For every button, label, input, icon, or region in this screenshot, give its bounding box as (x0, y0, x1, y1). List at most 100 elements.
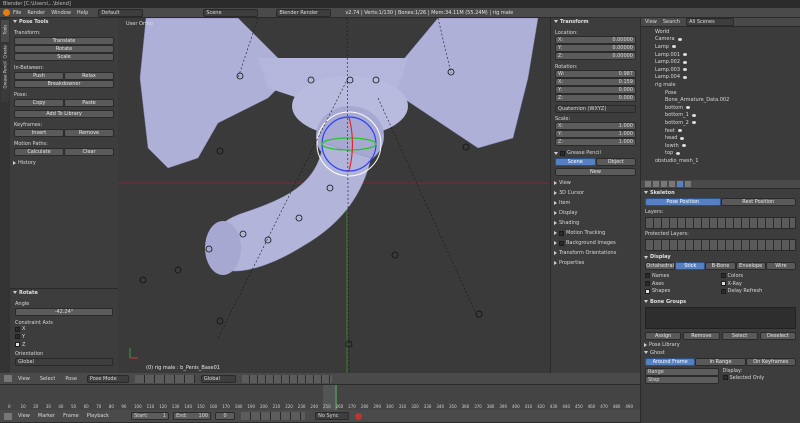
colors-checkbox[interactable]: Colors (720, 272, 797, 280)
remove-group-button[interactable]: Remove (683, 331, 720, 340)
outliner-item-lamp003[interactable]: Lamp.003 (645, 66, 796, 74)
pose-tools-header[interactable]: Pose Tools (10, 18, 118, 26)
add-to-library-button[interactable]: Add To Library (14, 109, 114, 118)
layout-selector[interactable]: Default (98, 8, 144, 17)
scale-y[interactable]: Y: 1.000 (555, 129, 636, 138)
orientation-selector[interactable]: Global (15, 358, 113, 367)
timeline-menu-view[interactable]: View (18, 413, 30, 419)
deselect-group-button[interactable]: Deselect (759, 331, 796, 340)
view3d-menu-view[interactable]: View (18, 376, 30, 382)
render-engine-selector[interactable]: Blender Render (276, 8, 332, 17)
remove-keyframe-button[interactable]: Remove (64, 128, 114, 137)
rotation-x[interactable]: X: 0.159 (555, 77, 636, 86)
ghost-step-field[interactable]: Step (645, 375, 719, 384)
end-frame-field[interactable]: End: 100 (173, 412, 212, 420)
view-section[interactable]: View (551, 178, 640, 188)
skeleton-header[interactable]: Skeleton (641, 189, 800, 197)
calculate-paths-button[interactable]: Calculate (14, 147, 64, 156)
ghost-on-keyframes[interactable]: On Keyframes (745, 357, 796, 366)
push-button[interactable]: Push (14, 71, 64, 80)
view3d-menu-pose[interactable]: Pose (65, 376, 77, 382)
mode-selector[interactable]: Pose Mode (86, 374, 129, 383)
item-section[interactable]: Item (551, 198, 640, 208)
display-octahedral[interactable]: Octahedral (645, 262, 676, 271)
display-bbone[interactable]: B-Bone (705, 262, 736, 271)
outliner-item-feet[interactable]: feet (645, 127, 796, 135)
start-frame-field[interactable]: Start: 1 (131, 412, 170, 420)
gp-new-button[interactable]: New (555, 168, 636, 177)
constraint-y[interactable]: Y (15, 333, 113, 341)
ghost-in-range[interactable]: In Range (695, 357, 746, 366)
location-z[interactable]: Z: 0.00000 (555, 51, 636, 60)
history-header[interactable]: History (10, 160, 118, 168)
ghost-range-field[interactable]: Range (645, 367, 719, 376)
sync-selector[interactable]: No Sync (315, 412, 350, 420)
current-frame-field[interactable]: 0 (215, 412, 236, 420)
xray-checkbox[interactable]: X-Ray (720, 280, 797, 288)
tab-grease-pencil[interactable]: Grease Pencil (1, 61, 9, 102)
render-tab-icon[interactable] (645, 181, 651, 187)
breakdowner-button[interactable]: Breakdowner (14, 79, 114, 88)
timeline-editor-icon[interactable] (4, 412, 12, 420)
select-group-button[interactable]: Select (721, 331, 758, 340)
outliner-item-rig-male[interactable]: rig male (645, 81, 796, 89)
rotation-w[interactable]: W: 0.987 (555, 69, 636, 78)
rotation-y[interactable]: Y: 0.000 (555, 85, 636, 94)
rotate-button[interactable]: Rotate (14, 44, 114, 53)
shading-section[interactable]: Shading (551, 218, 640, 228)
scale-x[interactable]: X: 1.000 (555, 121, 636, 130)
outliner-item-lamp[interactable]: Lamp (645, 43, 796, 51)
constraint-x[interactable]: X (15, 326, 113, 334)
scene-tab-icon[interactable] (653, 181, 659, 187)
outliner-item-pose[interactable]: Pose (645, 89, 796, 97)
tab-tools[interactable]: Tools (1, 20, 9, 42)
outliner-item-armature-data[interactable]: Bone_Armature_Data.002 (645, 96, 796, 104)
menu-file[interactable]: File (13, 10, 21, 16)
rest-position-button[interactable]: Rest Position (720, 197, 796, 206)
display-section[interactable]: Display (551, 208, 640, 218)
display-header[interactable]: Display (641, 254, 800, 262)
delay-refresh-checkbox[interactable]: Delay Refresh (720, 287, 797, 295)
insert-keyframe-button[interactable]: Insert (14, 128, 64, 137)
timeline[interactable]: 0 10 20 30 40 50 60 70 80 90 100 110 120 130 140 150 160… (0, 385, 640, 410)
scale-button[interactable]: Scale (14, 52, 114, 61)
outliner-item-lowth[interactable]: lowth (645, 142, 796, 150)
armature-tab-icon[interactable] (677, 181, 683, 187)
grease-pencil-header[interactable]: Grease Pencil (551, 150, 640, 158)
assign-button[interactable]: Assign (645, 331, 682, 340)
outliner-view-menu[interactable]: View (645, 19, 657, 25)
rotation-mode-selector[interactable]: Quaternion (WXYZ) (555, 104, 636, 113)
view3d-menu-select[interactable]: Select (40, 376, 55, 382)
timeline-menu-frame[interactable]: Frame (63, 413, 79, 419)
ghost-around-frame[interactable]: Around Frame (645, 357, 696, 366)
menu-help[interactable]: Help (77, 10, 88, 16)
relax-button[interactable]: Relax (64, 71, 114, 80)
layer-buttons[interactable] (241, 374, 332, 383)
outliner-item-mesh[interactable]: obstudio_mesh_1 (645, 157, 796, 165)
layers-grid[interactable] (645, 216, 796, 229)
names-checkbox[interactable]: Names (645, 272, 721, 280)
menu-window[interactable]: Window (51, 10, 71, 16)
selected-only-checkbox[interactable]: Selected Only (722, 374, 797, 382)
ghost-header[interactable]: Ghost (641, 349, 800, 357)
rotate-operator-header[interactable]: Rotate (10, 289, 118, 297)
3d-cursor-section[interactable]: 3D Cursor (551, 188, 640, 198)
playback-controls[interactable] (241, 412, 306, 420)
copy-pose-button[interactable]: Copy (14, 98, 64, 107)
outliner-item-head[interactable]: head (645, 134, 796, 142)
timeline-menu-marker[interactable]: Marker (38, 413, 55, 419)
properties-section[interactable]: Properties (551, 258, 640, 268)
outliner-item-lamp004[interactable]: Lamp.004 (645, 74, 796, 82)
outliner-item-lamp001[interactable]: Lamp.001 (645, 51, 796, 59)
outliner-display-mode[interactable]: All Scenes (686, 18, 735, 26)
menu-render[interactable]: Render (27, 10, 45, 16)
blender-logo-icon[interactable] (3, 9, 10, 16)
outliner-search-menu[interactable]: Search (663, 19, 680, 25)
pose-position-button[interactable]: Pose Position (645, 197, 721, 206)
shading-buttons[interactable] (134, 374, 195, 383)
viewport-scene[interactable] (118, 18, 550, 373)
shapes-checkbox[interactable]: Shapes (645, 287, 721, 295)
scale-z[interactable]: Z: 1.000 (555, 137, 636, 146)
keying-icon[interactable] (355, 412, 363, 420)
pivot-orientation-selector[interactable]: Global (200, 374, 236, 383)
